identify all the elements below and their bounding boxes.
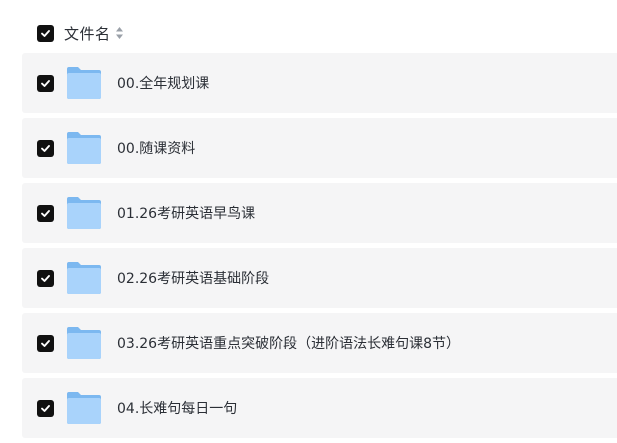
row-checkbox[interactable] (37, 399, 54, 417)
row-checkbox[interactable] (37, 139, 54, 157)
file-name[interactable]: 01.26考研英语早鸟课 (117, 203, 255, 223)
checkmark-icon (41, 274, 50, 282)
folder-icon (66, 66, 102, 100)
checkmark-icon (41, 144, 50, 152)
file-list: 00.全年规划课 00.随课资料 01.26考研英语早鸟课 02.26考研英语基… (22, 53, 617, 443)
checkmark-icon (41, 209, 50, 217)
file-row[interactable]: 00.随课资料 (22, 118, 617, 178)
file-name[interactable]: 03.26考研英语重点突破阶段（进阶语法长难句课8节） (117, 333, 460, 353)
file-list-header: 文件名 (22, 14, 617, 52)
folder-icon (66, 131, 102, 165)
select-all-checkbox[interactable] (37, 24, 54, 42)
file-name[interactable]: 02.26考研英语基础阶段 (117, 268, 269, 288)
folder-icon (66, 326, 102, 360)
sort-icon[interactable] (115, 26, 124, 40)
column-header-filename[interactable]: 文件名 (64, 23, 111, 44)
checkmark-icon (41, 29, 50, 37)
file-row[interactable]: 00.全年规划课 (22, 53, 617, 113)
folder-icon (66, 261, 102, 295)
row-checkbox[interactable] (37, 204, 54, 222)
checkmark-icon (41, 404, 50, 412)
file-row[interactable]: 02.26考研英语基础阶段 (22, 248, 617, 308)
file-row[interactable]: 03.26考研英语重点突破阶段（进阶语法长难句课8节） (22, 313, 617, 373)
folder-icon (66, 196, 102, 230)
file-name[interactable]: 00.随课资料 (117, 138, 195, 158)
folder-icon (66, 391, 102, 425)
checkmark-icon (41, 339, 50, 347)
row-checkbox[interactable] (37, 269, 54, 287)
file-name[interactable]: 00.全年规划课 (117, 73, 209, 93)
file-row[interactable]: 04.长难句每日一句 (22, 378, 617, 438)
file-name[interactable]: 04.长难句每日一句 (117, 398, 237, 418)
file-row[interactable]: 01.26考研英语早鸟课 (22, 183, 617, 243)
checkmark-icon (41, 79, 50, 87)
row-checkbox[interactable] (37, 74, 54, 92)
row-checkbox[interactable] (37, 334, 54, 352)
